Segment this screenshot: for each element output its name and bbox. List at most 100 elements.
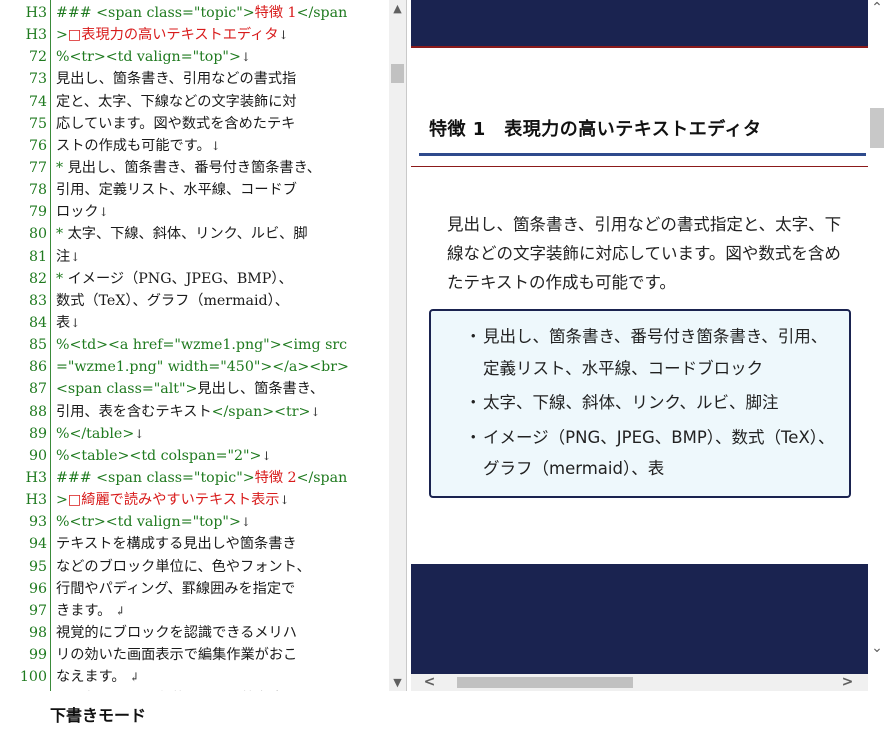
- line-number: 85: [28, 337, 47, 354]
- line-content: * イメージ（PNG、JPEG、BMP）、: [56, 268, 293, 290]
- code-line[interactable]: 73 見出し、箇条書き、引用などの書式指: [0, 68, 388, 90]
- preview-bottom-banner: [411, 564, 868, 677]
- code-line[interactable]: 99 リの効いた画面表示で編集作業がおこ: [0, 644, 388, 666]
- code-line[interactable]: 100 なえます。 ↲: [0, 666, 388, 688]
- code-line[interactable]: 90 %<table><td colspan="2">↓: [0, 445, 388, 467]
- code-line[interactable]: 79 ロック↓: [0, 201, 388, 223]
- code-line[interactable]: H3 >□表現力の高いテキストエディタ↓: [0, 24, 388, 46]
- code-line[interactable]: 86 ="wzme1.png" width="450"></a><br>: [0, 356, 388, 378]
- code-token: %<table><td colspan="2">: [56, 447, 262, 464]
- preview-vertical-scrollbar[interactable]: ⌃ ⌄: [868, 0, 886, 674]
- section-paragraph: 見出し、箇条書き、引用などの書式指定と、太字、下線などの文字装飾に対応しています…: [447, 215, 842, 292]
- preview-pane[interactable]: 特徴 1 表現力の高いテキストエディタ 見出し、箇条書き、引用などの書式指定と、…: [411, 0, 886, 691]
- code-line[interactable]: 88 引用、表を含むテキスト</span><tr>↓: [0, 401, 388, 423]
- code-line[interactable]: 101 * 見出し1～6、段落、引用、箇条書き: [0, 688, 388, 691]
- code-line[interactable]: 76 ストの作成も可能です。↓: [0, 135, 388, 157]
- bullet-icon: ・: [465, 393, 482, 412]
- preview-hscroll-thumb[interactable]: [457, 677, 633, 688]
- code-line[interactable]: 87 <span class="alt">見出し、箇条書き、: [0, 378, 388, 400]
- code-line[interactable]: 93 %<tr><td valign="top">↓: [0, 511, 388, 533]
- code-line[interactable]: 82 * イメージ（PNG、JPEG、BMP）、: [0, 268, 388, 290]
- line-number: 99: [28, 647, 47, 664]
- code-line[interactable]: 97 きます。 ↲: [0, 600, 388, 622]
- preview-scroll-up-icon[interactable]: ⌃: [868, 0, 886, 17]
- line-content: ストの作成も可能です。↓: [56, 135, 221, 157]
- line-number: 97: [28, 602, 47, 619]
- code-line[interactable]: 77 * 見出し、箇条書き、番号付き箇条書き、: [0, 157, 388, 179]
- newline-marker-icon: ↓: [134, 426, 145, 441]
- code-token: 特徴 1: [254, 5, 297, 21]
- preview-scroll-down-icon[interactable]: ⌄: [868, 640, 886, 657]
- code-token: <span class="alt">: [56, 381, 198, 398]
- code-line[interactable]: 81 注↓: [0, 246, 388, 268]
- line-content: 視覚的にブロックを認識できるメリハ: [56, 622, 297, 644]
- code-token: ### <span class="topic">: [56, 5, 255, 21]
- line-number: 86: [28, 359, 47, 376]
- code-line[interactable]: 80 * 太字、下線、斜体、リンク、ルビ、脚: [0, 223, 388, 245]
- code-line[interactable]: 89 %</table>↓: [0, 423, 388, 445]
- line-content: 引用、定義リスト、水平線、コードブ: [56, 179, 297, 201]
- code-line[interactable]: 85 %<td><a href="wzme1.png"><img src: [0, 334, 388, 356]
- preview-scroll-thumb[interactable]: [870, 108, 884, 148]
- bullet-icon: ・: [465, 327, 482, 346]
- line-number: 79: [28, 204, 47, 221]
- code-line[interactable]: 98 視覚的にブロックを認識できるメリハ: [0, 622, 388, 644]
- code-token: %</table>: [56, 425, 135, 442]
- source-editor-pane[interactable]: H3 ### <span class="topic">特徴 1</span H3 >□…: [0, 0, 407, 691]
- code-token: %<tr><td valign="top">: [56, 514, 241, 531]
- line-content: 行間やパディング、罫線囲みを指定で: [56, 578, 295, 600]
- code-line[interactable]: 95 などのブロック単位に、色やフォント、: [0, 556, 388, 578]
- code-line[interactable]: 74 定と、太字、下線などの文字装飾に対: [0, 91, 388, 113]
- line-content: %<tr><td valign="top">↓: [56, 46, 251, 68]
- line-content: ロック↓: [56, 201, 109, 223]
- preview-scroll-right-icon[interactable]: >: [839, 674, 856, 691]
- newline-marker-icon: ↲: [111, 603, 126, 618]
- line-content: 数式（TeX）、グラフ（mermaid）、: [56, 290, 289, 312]
- code-token: イメージ（PNG、JPEG、BMP）、: [67, 270, 293, 287]
- code-token: リの効いた画面表示で編集作業がおこ: [56, 647, 298, 664]
- scroll-down-arrow-icon[interactable]: ▼: [389, 674, 406, 691]
- code-line[interactable]: 72 %<tr><td valign="top">↓: [0, 46, 388, 68]
- editor-vertical-scrollbar[interactable]: ▲ ▼: [389, 0, 406, 691]
- code-line[interactable]: H3 >□綺麗で読みやすいテキスト表示↓: [0, 489, 388, 511]
- line-number: 89: [28, 425, 47, 442]
- code-token: >: [56, 27, 68, 44]
- feature-item: ・イメージ（PNG、JPEG、BMP）、数式（TeX）、グラフ（mermaid）…: [431, 422, 841, 485]
- line-content: などのブロック単位に、色やフォント、: [56, 556, 311, 578]
- code-token: *: [56, 270, 68, 287]
- code-line[interactable]: 78 引用、定義リスト、水平線、コードブ: [0, 179, 388, 201]
- line-number: 73: [28, 71, 47, 88]
- line-number: 96: [28, 580, 47, 597]
- code-line[interactable]: 84 表↓: [0, 312, 388, 334]
- code-line[interactable]: 75 応しています。図や数式を含めたテキ: [0, 113, 388, 135]
- code-token: ="wzme1.png" width="450"></a><br>: [56, 359, 349, 376]
- line-number: 80: [28, 226, 47, 243]
- line-number: 98: [28, 624, 47, 641]
- code-line[interactable]: H3 ### <span class="topic">特徴 2</span: [0, 467, 388, 489]
- newline-marker-icon: ↓: [70, 315, 81, 330]
- code-line[interactable]: 83 数式（TeX）、グラフ（mermaid）、: [0, 290, 388, 312]
- line-number: H3: [25, 5, 47, 21]
- section-heading: 特徴 1 表現力の高いテキストエディタ: [429, 119, 762, 140]
- code-line[interactable]: 94 テキストを構成する見出しや箇条書き: [0, 533, 388, 555]
- line-content: 応しています。図や数式を含めたテキ: [56, 113, 295, 135]
- line-content: ="wzme1.png" width="450"></a><br>: [56, 356, 349, 378]
- scroll-up-arrow-icon[interactable]: ▲: [389, 0, 406, 17]
- code-text-area[interactable]: H3 ### <span class="topic">特徴 1</span H3 >□…: [0, 2, 388, 691]
- newline-marker-icon: ↓: [240, 515, 251, 530]
- preview-scroll-left-icon[interactable]: <: [421, 674, 438, 691]
- line-number: 75: [28, 115, 47, 132]
- code-line[interactable]: H3 ### <span class="topic">特徴 1</span: [0, 2, 388, 24]
- editor-scroll-thumb[interactable]: [391, 64, 404, 83]
- code-token: 応しています。図や数式を含めたテキ: [56, 115, 296, 132]
- code-token: 見出し、箇条書き、番号付き箇条書き、: [67, 159, 321, 176]
- line-content: 見出し、箇条書き、引用などの書式指: [56, 68, 296, 90]
- line-content: >□綺麗で読みやすいテキスト表示↓: [56, 489, 290, 511]
- code-line[interactable]: 96 行間やパディング、罫線囲みを指定で: [0, 578, 388, 600]
- preview-horizontal-scrollbar[interactable]: < >: [411, 674, 868, 691]
- code-token: *: [56, 159, 68, 176]
- line-number: 82: [28, 270, 47, 287]
- line-content: テキストを構成する見出しや箇条書き: [56, 533, 297, 555]
- feature-list: ・見出し、箇条書き、番号付き箇条書き、引用、定義リスト、水平線、コードブロック・…: [431, 321, 841, 488]
- code-token: 定と、太字、下線などの文字装飾に対: [56, 93, 297, 110]
